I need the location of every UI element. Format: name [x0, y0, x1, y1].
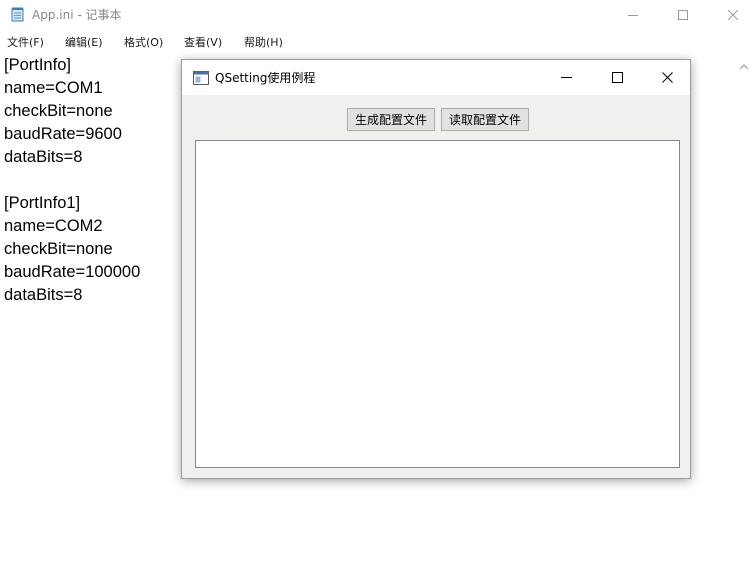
- dialog-titlebar[interactable]: QSetting使用例程: [182, 60, 690, 95]
- notepad-close-button[interactable]: [710, 0, 752, 30]
- dialog-maximize-button[interactable]: [594, 60, 640, 95]
- read-config-button[interactable]: 读取配置文件: [441, 108, 529, 131]
- config-output-textarea[interactable]: [195, 140, 680, 468]
- notepad-title: App.ini - 记事本: [32, 8, 122, 22]
- qsetting-dialog-window: QSetting使用例程 生成配置文件 读取配置文件: [181, 59, 691, 479]
- editor-line: name=COM2: [4, 217, 103, 235]
- editor-line: dataBits=8: [4, 148, 83, 166]
- close-icon: [661, 72, 673, 83]
- notepad-maximize-button[interactable]: [660, 0, 706, 30]
- editor-line: [PortInfo]: [4, 56, 71, 74]
- scroll-up-arrow-icon[interactable]: [739, 56, 749, 70]
- qt-window-icon: [193, 70, 209, 85]
- dialog-close-button[interactable]: [644, 60, 690, 95]
- maximize-icon: [611, 72, 623, 83]
- notepad-menubar: 文件(F) 编辑(E) 格式(O) 查看(V) 帮助(H): [0, 31, 752, 51]
- menu-file[interactable]: 文件(F): [7, 34, 44, 50]
- editor-line: baudRate=100000: [4, 263, 141, 281]
- editor-line: checkBit=none: [4, 240, 113, 258]
- dialog-minimize-button[interactable]: [543, 60, 589, 95]
- editor-line: name=COM1: [4, 79, 103, 97]
- close-icon: [728, 10, 738, 20]
- minimize-icon: [560, 77, 572, 78]
- editor-line: [PortInfo1]: [4, 194, 81, 212]
- editor-line: checkBit=none: [4, 102, 113, 120]
- menu-view[interactable]: 查看(V): [184, 34, 222, 50]
- notepad-vertical-scrollbar[interactable]: [736, 52, 752, 579]
- dialog-title: QSetting使用例程: [215, 71, 316, 85]
- editor-line: baudRate=9600: [4, 125, 122, 143]
- menu-format[interactable]: 格式(O): [124, 34, 163, 50]
- maximize-icon: [678, 10, 688, 20]
- menu-help[interactable]: 帮助(H): [244, 34, 283, 50]
- editor-line: dataBits=8: [4, 286, 83, 304]
- notepad-titlebar[interactable]: App.ini - 记事本: [0, 0, 752, 30]
- notepad-minimize-button[interactable]: [610, 0, 656, 30]
- minimize-icon: [628, 15, 638, 16]
- menu-edit[interactable]: 编辑(E): [65, 34, 103, 50]
- notepad-icon: [11, 7, 24, 22]
- generate-config-button[interactable]: 生成配置文件: [347, 108, 435, 131]
